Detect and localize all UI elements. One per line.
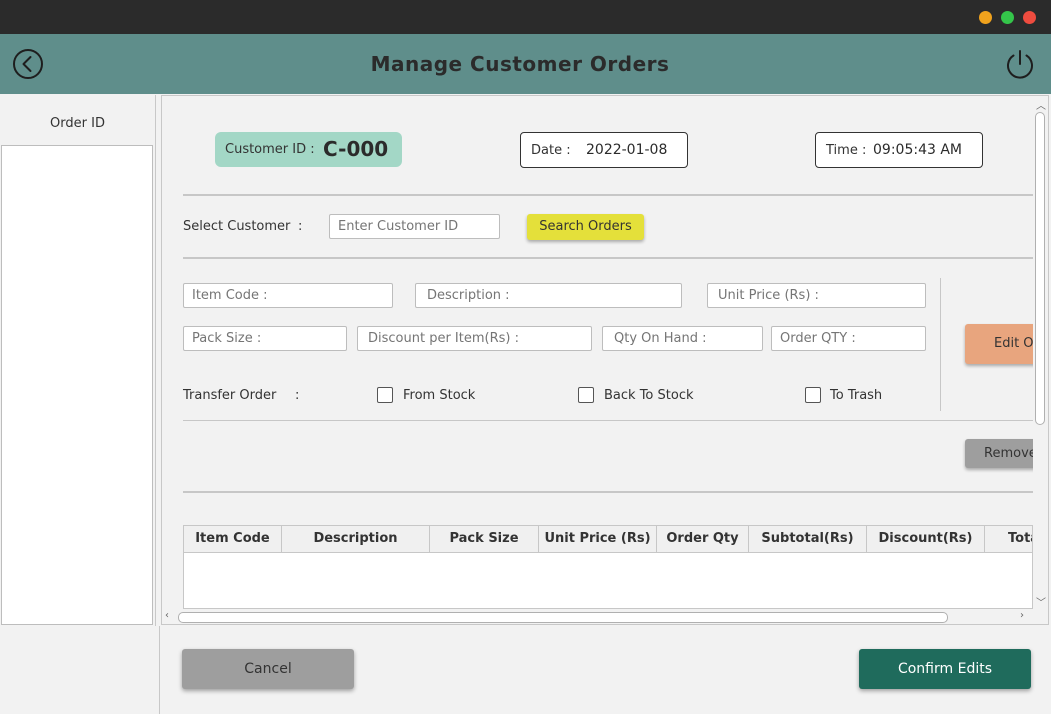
- time-display: Time : 09:05:43 AM: [815, 132, 983, 168]
- scroll-left-arrow-icon[interactable]: ‹: [165, 610, 169, 621]
- time-value: 09:05:43 AM: [873, 142, 962, 158]
- column-header-discount[interactable]: Discount(Rs): [867, 526, 985, 552]
- back-to-stock-label: Back To Stock: [604, 388, 694, 403]
- order-id-sidebar: Order ID: [0, 95, 156, 626]
- time-label: Time :: [826, 143, 867, 158]
- order-qty-field[interactable]: [771, 326, 926, 351]
- divider: [183, 491, 1033, 493]
- description-field[interactable]: [415, 283, 682, 308]
- maximize-button[interactable]: [1001, 11, 1014, 24]
- date-display: Date : 2022-01-08: [520, 132, 688, 168]
- qty-on-hand-field[interactable]: [602, 326, 763, 351]
- column-header-description[interactable]: Description: [282, 526, 430, 552]
- page-header: Manage Customer Orders: [0, 34, 1051, 94]
- to-trash-checkbox[interactable]: [805, 387, 821, 403]
- footer-bar: Cancel Confirm Edits: [159, 626, 1051, 714]
- divider: [183, 194, 1033, 196]
- horizontal-scroll-thumb[interactable]: [178, 612, 948, 623]
- page-title: Manage Customer Orders: [370, 52, 670, 76]
- column-header-pack-size[interactable]: Pack Size: [430, 526, 539, 552]
- customer-id-label: Customer ID :: [225, 142, 315, 157]
- customer-id-input[interactable]: [329, 214, 500, 239]
- divider: [183, 257, 1033, 259]
- scroll-right-arrow-icon[interactable]: ›: [1020, 610, 1024, 621]
- customer-id-value: C-000: [323, 137, 389, 161]
- main-content: Customer ID : C-000 Date : 2022-01-08 Ti…: [161, 95, 1049, 625]
- vertical-divider: [940, 278, 941, 411]
- divider: [183, 420, 1033, 421]
- customer-id-badge: Customer ID : C-000: [215, 132, 402, 167]
- search-orders-button[interactable]: Search Orders: [527, 214, 644, 240]
- column-header-total[interactable]: Total: [985, 526, 1032, 552]
- column-header-unit-price[interactable]: Unit Price (Rs): [539, 526, 657, 552]
- pack-size-field[interactable]: [183, 326, 347, 351]
- cancel-button[interactable]: Cancel: [182, 649, 354, 689]
- horizontal-scrollbar[interactable]: ‹ ›: [162, 610, 1033, 624]
- date-label: Date :: [531, 143, 571, 158]
- column-header-order-qty[interactable]: Order Qty: [657, 526, 749, 552]
- close-button[interactable]: [1023, 11, 1036, 24]
- table-header: Item Code Description Pack Size Unit Pri…: [184, 526, 1032, 553]
- vertical-scroll-thumb[interactable]: [1035, 112, 1045, 425]
- order-items-table[interactable]: Item Code Description Pack Size Unit Pri…: [183, 525, 1033, 609]
- power-icon: [1007, 50, 1033, 79]
- transfer-order-colon: :: [295, 388, 300, 403]
- unit-price-field[interactable]: [707, 283, 926, 308]
- column-header-subtotal[interactable]: Subtotal(Rs): [749, 526, 867, 552]
- from-stock-checkbox[interactable]: [377, 387, 393, 403]
- from-stock-label: From Stock: [403, 388, 476, 403]
- transfer-order-label: Transfer Order: [183, 388, 277, 403]
- confirm-edits-button[interactable]: Confirm Edits: [859, 649, 1031, 689]
- to-trash-label: To Trash: [830, 388, 883, 403]
- order-id-list[interactable]: [1, 145, 153, 625]
- power-button[interactable]: [1003, 47, 1037, 81]
- window-titlebar: [0, 0, 1051, 34]
- discount-per-item-field[interactable]: [357, 326, 592, 351]
- date-value: 2022-01-08: [586, 142, 668, 158]
- column-header-item-code[interactable]: Item Code: [184, 526, 282, 552]
- sidebar-header: Order ID: [50, 116, 105, 131]
- minimize-button[interactable]: [979, 11, 992, 24]
- select-customer-label: Select Customer: [183, 219, 291, 234]
- vertical-scrollbar[interactable]: ︿ ﹀: [1033, 96, 1048, 610]
- item-code-field[interactable]: [183, 283, 393, 308]
- back-to-stock-checkbox[interactable]: [578, 387, 594, 403]
- select-customer-colon: :: [298, 219, 303, 234]
- scroll-up-arrow-icon[interactable]: ︿: [1036, 97, 1046, 112]
- scroll-down-arrow-icon[interactable]: ﹀: [1036, 594, 1046, 609]
